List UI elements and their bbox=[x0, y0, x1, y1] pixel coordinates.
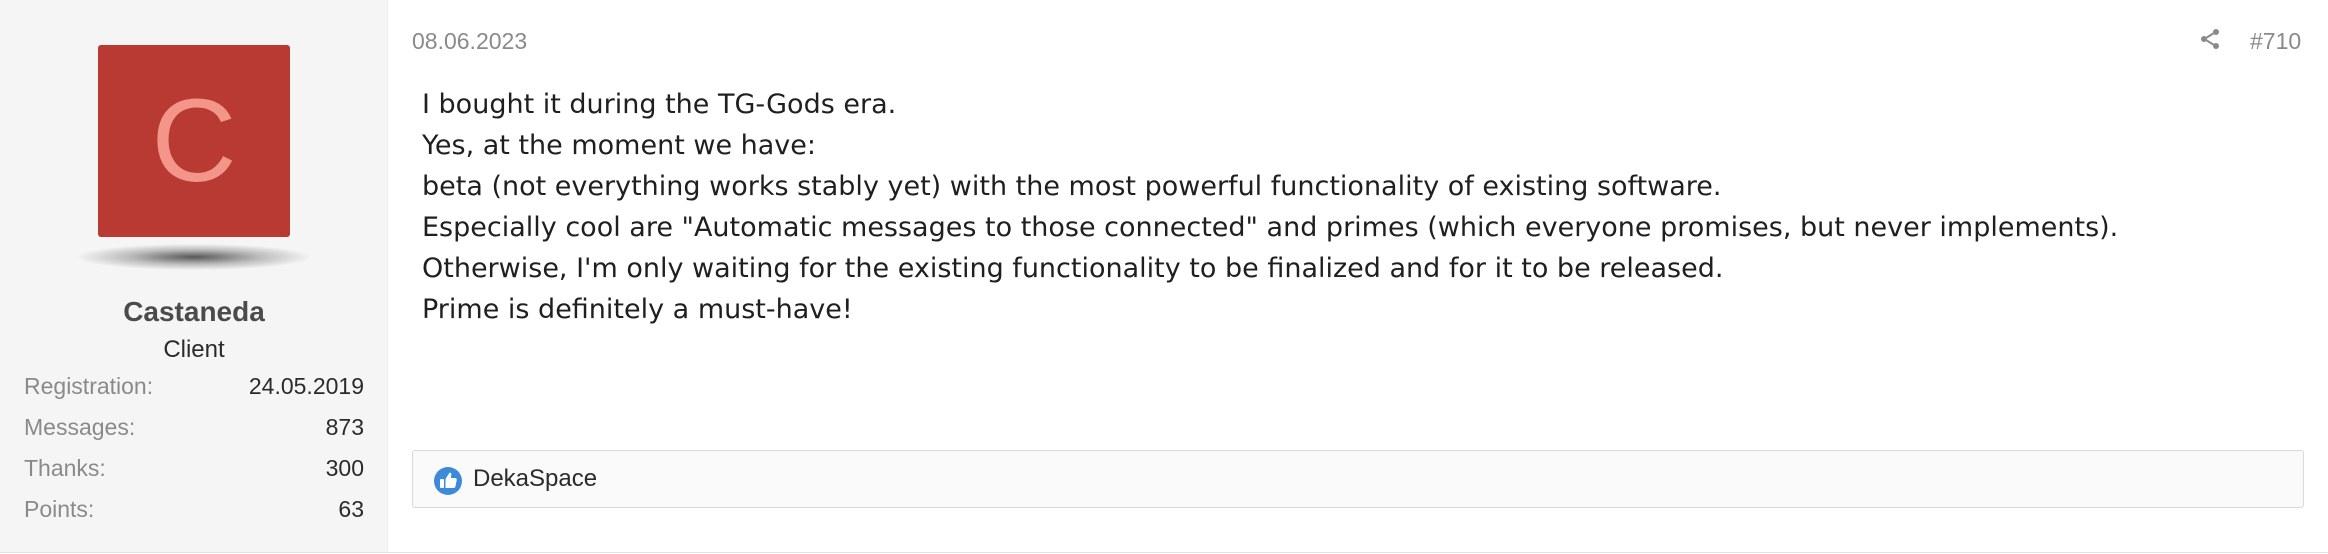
stat-value: 873 bbox=[325, 414, 364, 440]
message-body: I bought it during the TG-Gods era. Yes,… bbox=[422, 84, 2292, 330]
username[interactable]: Castaneda bbox=[0, 296, 388, 328]
stat-label: Registration: bbox=[24, 373, 154, 399]
message-line: Yes, at the moment we have: bbox=[422, 130, 816, 161]
reactions-bar: DekaSpace bbox=[412, 450, 2304, 508]
stat-label: Points: bbox=[24, 496, 95, 522]
avatar[interactable]: C bbox=[98, 45, 290, 237]
message-line: Prime is definitely a must-have! bbox=[422, 294, 853, 325]
stat-value: 24.05.2019 bbox=[248, 373, 364, 399]
stat-value: 300 bbox=[325, 455, 364, 481]
stat-row-messages: Messages: 873 bbox=[24, 411, 364, 452]
user-stats: Registration: 24.05.2019 Messages: 873 T… bbox=[24, 370, 364, 534]
like-icon bbox=[434, 467, 462, 495]
post-number-link[interactable]: #710 bbox=[2250, 28, 2301, 55]
message-line: I bought it during the TG-Gods era. bbox=[422, 89, 897, 120]
share-icon[interactable] bbox=[2198, 27, 2222, 51]
stat-value: 63 bbox=[338, 496, 364, 522]
stat-label: Thanks: bbox=[24, 455, 106, 481]
avatar-shadow bbox=[78, 244, 310, 270]
stat-label: Messages: bbox=[24, 414, 136, 440]
message-line: beta (not everything works stably yet) w… bbox=[422, 171, 1722, 202]
user-info-panel: C Castaneda Client Registration: 24.05.2… bbox=[0, 0, 388, 552]
message-line: Otherwise, I'm only waiting for the exis… bbox=[422, 253, 1724, 284]
stat-row-points: Points: 63 bbox=[24, 493, 364, 534]
user-title: Client bbox=[163, 336, 225, 363]
message-line: Especially cool are "Automatic messages … bbox=[422, 212, 2119, 243]
post-date[interactable]: 08.06.2023 bbox=[412, 28, 527, 55]
stat-row-thanks: Thanks: 300 bbox=[24, 452, 364, 493]
forum-post: C Castaneda Client Registration: 24.05.2… bbox=[0, 0, 2328, 553]
stat-row-registration: Registration: 24.05.2019 bbox=[24, 370, 364, 411]
reaction-user-link[interactable]: DekaSpace bbox=[473, 465, 597, 493]
